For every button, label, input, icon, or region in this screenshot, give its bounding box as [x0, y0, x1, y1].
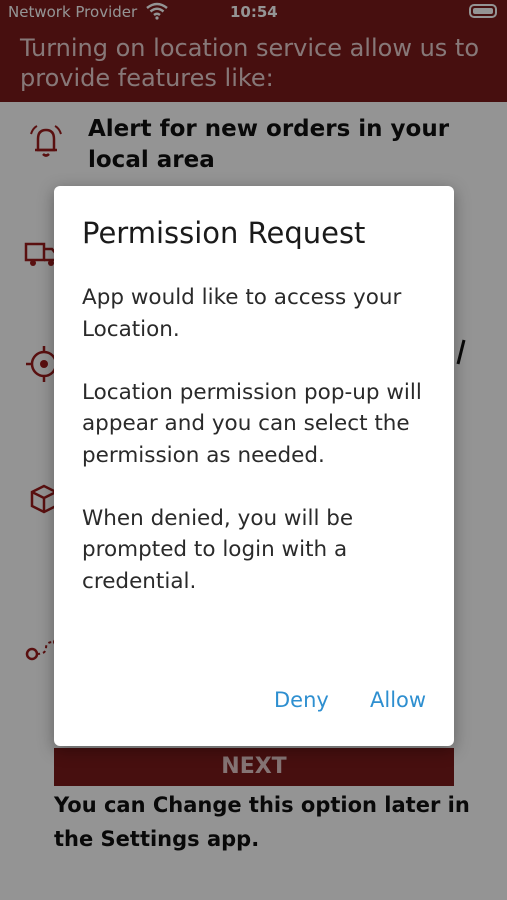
deny-button[interactable]: Deny [274, 688, 329, 712]
dialog-title: Permission Request [82, 216, 366, 250]
dialog-paragraph: App would like to access your Location. [82, 285, 402, 342]
permission-dialog: Permission Request App would like to acc… [54, 186, 454, 746]
dialog-paragraph: Location permission pop-up will appear a… [82, 379, 422, 468]
allow-button[interactable]: Allow [370, 688, 426, 712]
dialog-message: App would like to access your Location. … [82, 282, 432, 629]
dialog-paragraph: When denied, you will be prompted to log… [82, 505, 354, 594]
